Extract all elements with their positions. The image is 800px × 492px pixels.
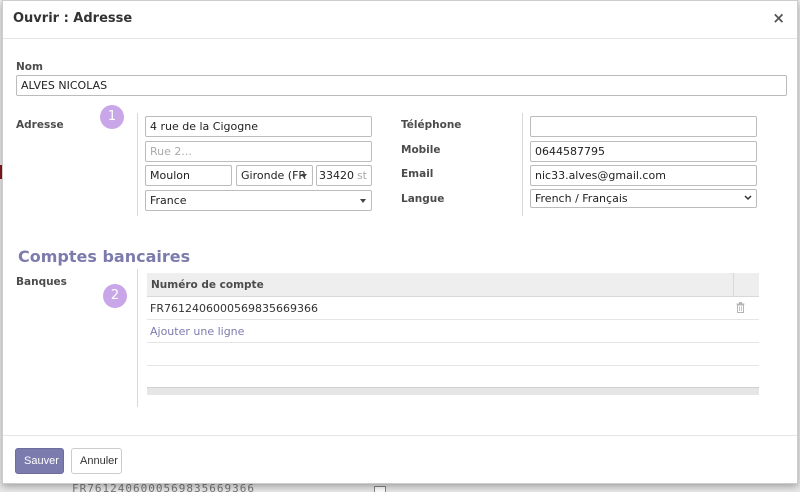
banques-label: Banques (16, 276, 67, 288)
caret-down-icon (301, 174, 307, 178)
table-header: Numéro de compte (147, 273, 759, 297)
comptes-bancaires-title: Comptes bancaires (18, 247, 191, 266)
zip-value: 33420 (319, 169, 354, 182)
add-line-link[interactable]: Ajouter une ligne (150, 325, 244, 338)
cancel-button[interactable]: Annuler (71, 448, 122, 474)
dialog-title: Ouvrir : Adresse (13, 11, 133, 26)
email-input[interactable]: nic33.alves@gmail.com (530, 165, 757, 186)
step-badge-2: 2 (103, 284, 127, 308)
zip-input[interactable]: 33420 st (316, 165, 372, 186)
background-checkbox (374, 486, 386, 492)
adresse-label: Adresse (16, 119, 64, 131)
state-value: Gironde (FR (241, 169, 307, 182)
column-header-account-number[interactable]: Numéro de compte (151, 279, 264, 291)
table-row[interactable]: FR7612406000569835669366 (147, 297, 759, 320)
save-button[interactable]: Sauver (15, 448, 64, 474)
email-label: Email (401, 168, 434, 180)
close-icon[interactable]: × (772, 9, 785, 27)
header-separator (733, 273, 734, 297)
langue-select[interactable]: French / Français (530, 189, 757, 208)
address-dialog: Ouvrir : Adresse × Nom ALVES NICOLAS Adr… (2, 0, 798, 484)
mobile-input[interactable]: 0644587795 (530, 141, 757, 162)
street-input[interactable]: 4 rue de la Cigogne (145, 116, 372, 137)
state-select[interactable]: Gironde (FR (236, 165, 313, 186)
nom-input[interactable]: ALVES NICOLAS (16, 75, 787, 96)
langue-label: Langue (401, 193, 445, 205)
nom-label: Nom (16, 61, 43, 73)
empty-row (147, 343, 759, 366)
city-input[interactable]: Moulon (145, 165, 232, 186)
country-select[interactable]: France (145, 190, 372, 211)
trash-icon[interactable] (736, 302, 745, 313)
country-value: France (150, 194, 187, 207)
telephone-label: Téléphone (401, 119, 462, 131)
table-footer (147, 387, 759, 395)
contact-divider (522, 113, 523, 216)
caret-down-icon (360, 199, 366, 203)
step-badge-1: 1 (100, 105, 124, 129)
dialog-header: Ouvrir : Adresse × (3, 1, 797, 39)
telephone-input[interactable] (530, 116, 757, 137)
langue-value: French / Français (535, 192, 628, 205)
empty-row (147, 366, 759, 389)
address-divider (137, 113, 138, 216)
add-line-row[interactable]: Ajouter une ligne (147, 320, 759, 343)
dialog-footer: Sauver Annuler (3, 435, 797, 485)
mobile-label: Mobile (401, 144, 441, 156)
bank-divider (137, 269, 138, 407)
account-number-cell[interactable]: FR7612406000569835669366 (150, 302, 318, 315)
street2-input[interactable]: Rue 2... (145, 141, 372, 162)
zip-suffix: st (356, 169, 367, 182)
chevron-down-icon (744, 195, 752, 201)
